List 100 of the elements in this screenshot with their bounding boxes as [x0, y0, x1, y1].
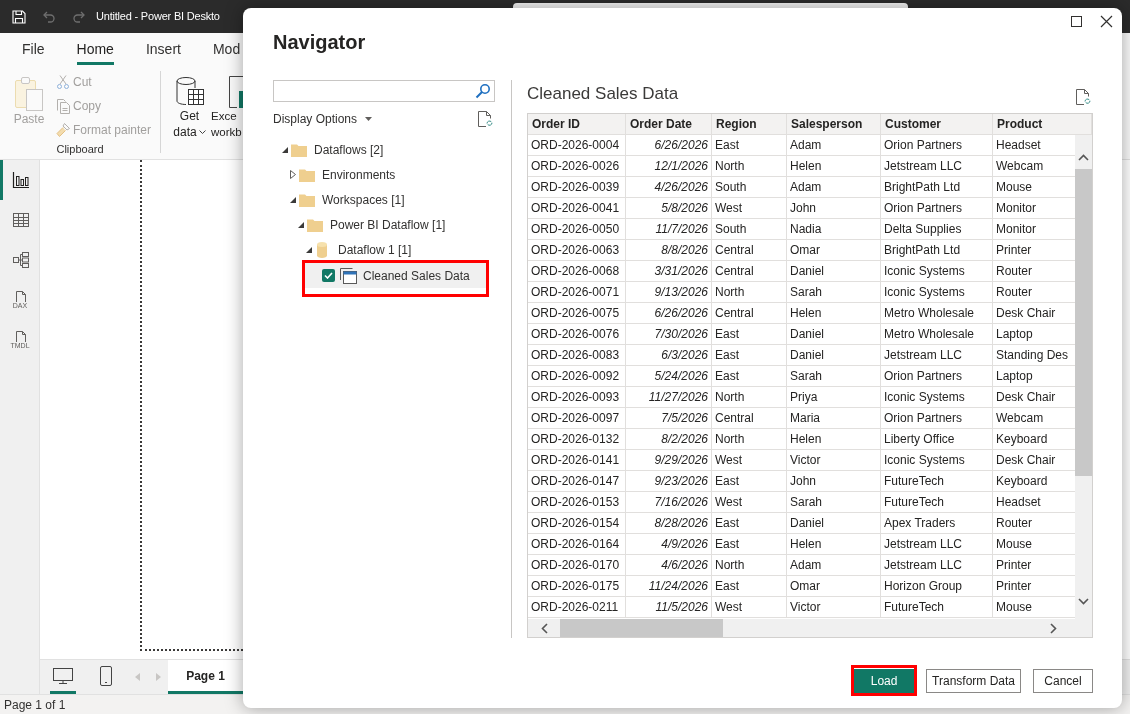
- table-cell: Delta Supplies: [881, 219, 993, 240]
- table-grid-icon: [12, 211, 30, 229]
- table-cell: Omar: [787, 576, 881, 597]
- caret-down-icon[interactable]: [306, 246, 312, 253]
- ribbon-tab[interactable]: Mod: [212, 33, 241, 65]
- tree-item[interactable]: Dataflow 1 [1]: [297, 237, 495, 262]
- table-cell: 8/8/2026: [626, 240, 712, 261]
- vertical-scrollbar[interactable]: [1075, 135, 1092, 619]
- table-cell: East: [712, 324, 787, 345]
- tree-item[interactable]: Environments: [281, 162, 495, 187]
- cylinder-icon: [317, 241, 327, 258]
- maximize-icon: [1070, 15, 1082, 27]
- checkmark-icon: [324, 272, 333, 279]
- table-cell: 4/26/2026: [626, 177, 712, 198]
- table-cell: FutureTech: [881, 492, 993, 513]
- table-cell: West: [712, 198, 787, 219]
- column-header[interactable]: Product: [993, 114, 1092, 135]
- table-cell: 4/6/2026: [626, 555, 712, 576]
- display-options-dropdown[interactable]: Display Options: [273, 110, 373, 128]
- table-cell: ORD-2026-0097: [528, 408, 626, 429]
- table-cell: 11/5/2026: [626, 597, 712, 618]
- table-cell: ORD-2026-0004: [528, 135, 626, 156]
- transform-data-button[interactable]: Transform Data: [926, 669, 1021, 693]
- caret-right-icon[interactable]: [290, 170, 296, 179]
- document-icon: [15, 330, 27, 342]
- table-cell: ORD-2026-0063: [528, 240, 626, 261]
- table-cell: Iconic Systems: [881, 387, 993, 408]
- table-cell: Adam: [787, 555, 881, 576]
- table-cell: Horizon Group: [881, 576, 993, 597]
- column-header[interactable]: Region: [712, 114, 787, 135]
- caret-down-icon[interactable]: [298, 221, 304, 228]
- table-cell: ORD-2026-0050: [528, 219, 626, 240]
- table-cell: Sarah: [787, 492, 881, 513]
- load-button[interactable]: Load: [854, 669, 915, 693]
- get-data-button[interactable]: Get data: [168, 76, 211, 140]
- table-cell: Central: [712, 240, 787, 261]
- search-field[interactable]: [513, 3, 908, 8]
- table-cell: Orion Partners: [881, 408, 993, 429]
- table-cell: 9/13/2026: [626, 282, 712, 303]
- table-cell: Apex Traders: [881, 513, 993, 534]
- column-header[interactable]: Order ID: [528, 114, 626, 135]
- column-header[interactable]: Salesperson: [787, 114, 881, 135]
- scrollbar-thumb[interactable]: [1075, 169, 1092, 476]
- scrollbar-thumb[interactable]: [560, 619, 723, 637]
- table-cell: ORD-2026-0076: [528, 324, 626, 345]
- table-cell: Iconic Systems: [881, 450, 993, 471]
- page-tab[interactable]: Page 1: [168, 660, 243, 694]
- table-cell: West: [712, 597, 787, 618]
- tree-item[interactable]: Power BI Dataflow [1]: [289, 212, 495, 237]
- table-cell: Helen: [787, 156, 881, 177]
- table-cell: 7/5/2026: [626, 408, 712, 429]
- table-cell: Nadia: [787, 219, 881, 240]
- checkbox[interactable]: [322, 269, 335, 282]
- document-icon: [228, 76, 243, 108]
- caret-down-icon: [365, 117, 373, 121]
- column-header[interactable]: Order Date: [626, 114, 712, 135]
- table-cell: John: [787, 471, 881, 492]
- ribbon-tab[interactable]: File: [22, 33, 45, 65]
- table-cell: 6/26/2026: [626, 135, 712, 156]
- refresh-button[interactable]: [476, 110, 494, 128]
- column-header[interactable]: Customer: [881, 114, 993, 135]
- table-cell: Omar: [787, 240, 881, 261]
- table-cell: 11/7/2026: [626, 219, 712, 240]
- table-cell: ORD-2026-0039: [528, 177, 626, 198]
- table-cell: ORD-2026-0026: [528, 156, 626, 177]
- tree-item[interactable]: Cleaned Sales Data: [305, 263, 486, 288]
- table-cell: North: [712, 429, 787, 450]
- table-cell: Daniel: [787, 261, 881, 282]
- table-cell: BrightPath Ltd: [881, 240, 993, 261]
- workbook-button[interactable]: Exce workb: [211, 76, 243, 140]
- table-cell: ORD-2026-0083: [528, 345, 626, 366]
- table-cell: ORD-2026-0141: [528, 450, 626, 471]
- tree-item[interactable]: Workspaces [1]: [281, 187, 495, 212]
- table-cell: 6/3/2026: [626, 345, 712, 366]
- table-cell: Iconic Systems: [881, 261, 993, 282]
- table-cell: East: [712, 576, 787, 597]
- refresh-button[interactable]: [1074, 88, 1092, 106]
- table-cell: Jetstream LLC: [881, 534, 993, 555]
- table-cell: Victor: [787, 450, 881, 471]
- search-field[interactable]: [273, 80, 495, 102]
- database-table-icon: [174, 76, 205, 108]
- table-cell: South: [712, 177, 787, 198]
- table-cell: 11/27/2026: [626, 387, 712, 408]
- tree-item[interactable]: Dataflows [2]: [273, 137, 495, 162]
- table-cell: Daniel: [787, 513, 881, 534]
- table-cell: 9/29/2026: [626, 450, 712, 471]
- folder-icon: [299, 192, 315, 207]
- table-cell: North: [712, 555, 787, 576]
- caret-down-icon[interactable]: [290, 196, 296, 203]
- folder-icon: [291, 142, 307, 157]
- table-cell: East: [712, 513, 787, 534]
- table-cell: ORD-2026-0041: [528, 198, 626, 219]
- ribbon-tab[interactable]: Insert: [145, 33, 181, 65]
- cancel-button[interactable]: Cancel: [1033, 669, 1093, 693]
- table-cell: Sarah: [787, 282, 881, 303]
- table-cell: Jetstream LLC: [881, 345, 993, 366]
- table-cell: ORD-2026-0068: [528, 261, 626, 282]
- caret-down-icon[interactable]: [282, 146, 288, 153]
- horizontal-scrollbar[interactable]: [528, 619, 1092, 637]
- table-cell: ORD-2026-0075: [528, 303, 626, 324]
